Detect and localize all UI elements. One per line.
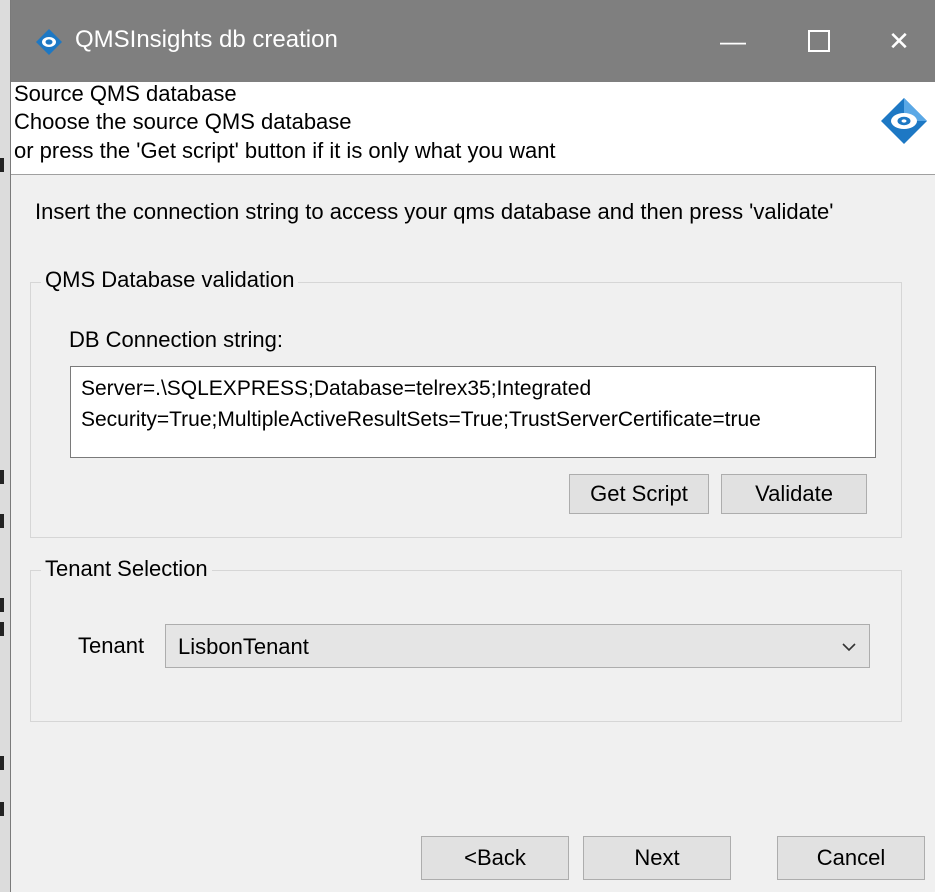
connection-string-input[interactable]: Server=.\SQLEXPRESS;Database=telrex35;In… bbox=[70, 366, 876, 458]
tenant-dropdown[interactable]: LisbonTenant bbox=[165, 624, 870, 668]
title-bar[interactable]: QMSInsights db creation — ✕ bbox=[11, 0, 935, 82]
background-tick bbox=[0, 598, 4, 612]
background-tick bbox=[0, 158, 4, 172]
validation-group-title: QMS Database validation bbox=[41, 267, 299, 293]
validate-button[interactable]: Validate bbox=[721, 474, 867, 514]
tenant-selected-value: LisbonTenant bbox=[178, 634, 309, 659]
connection-string-line: Server=.\SQLEXPRESS;Database=telrex35;In… bbox=[81, 377, 592, 400]
background-tick bbox=[0, 622, 4, 636]
get-script-button[interactable]: Get Script bbox=[569, 474, 709, 514]
background-tick bbox=[0, 802, 4, 816]
window-title: QMSInsights db creation bbox=[75, 26, 338, 53]
maximize-button[interactable] bbox=[783, 14, 855, 68]
app-icon bbox=[36, 29, 62, 55]
tenant-group-title: Tenant Selection bbox=[41, 556, 212, 582]
background-tick bbox=[0, 470, 4, 484]
header-hint: or press the 'Get script' button if it i… bbox=[14, 138, 556, 163]
header-title: Source QMS database bbox=[14, 81, 237, 106]
header-subtitle: Choose the source QMS database bbox=[14, 109, 352, 134]
minimize-button[interactable]: — bbox=[697, 14, 769, 68]
instruction-text: Insert the connection string to access y… bbox=[35, 199, 834, 224]
background-window-edge bbox=[0, 0, 10, 892]
close-icon: ✕ bbox=[888, 25, 910, 56]
background-tick bbox=[0, 756, 4, 770]
next-button[interactable]: Next bbox=[583, 836, 731, 880]
tenant-label: Tenant bbox=[78, 633, 145, 658]
logo-icon bbox=[881, 98, 927, 144]
maximize-icon bbox=[808, 30, 830, 52]
dialog-window: QMSInsights db creation — ✕ Source QMS d… bbox=[10, 0, 935, 892]
back-button[interactable]: <Back bbox=[421, 836, 569, 880]
cancel-button[interactable]: Cancel bbox=[777, 836, 925, 880]
close-button[interactable]: ✕ bbox=[863, 14, 935, 68]
connection-string-label: DB Connection string: bbox=[69, 327, 283, 352]
connection-string-line: Security=True;MultipleActiveResultSets=T… bbox=[81, 408, 761, 431]
wizard-header: Source QMS database Choose the source QM… bbox=[11, 82, 935, 175]
background-tick bbox=[0, 514, 4, 528]
chevron-down-icon bbox=[842, 643, 856, 652]
minimize-icon: — bbox=[720, 25, 746, 56]
